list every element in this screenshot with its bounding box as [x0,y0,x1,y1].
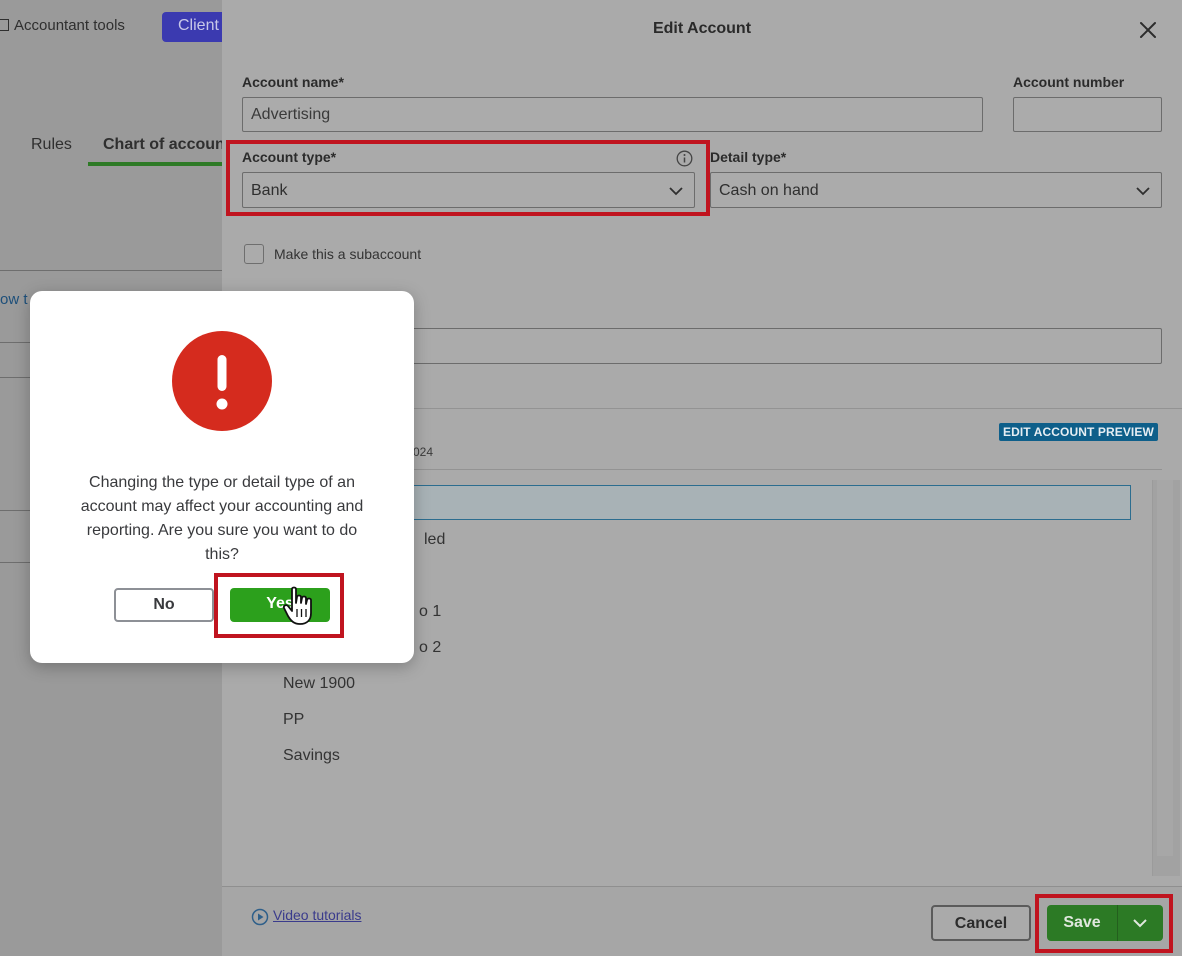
client-button[interactable]: Client [162,12,222,42]
cancel-button[interactable]: Cancel [931,905,1031,941]
save-button-group: Save [1047,905,1163,941]
tools-icon [0,19,9,31]
divider [0,270,222,271]
accountant-tools-label: Accountant tools [14,17,125,34]
info-icon[interactable] [676,150,693,167]
detail-type-label: Detail type* [710,149,787,165]
tab-chart-of-accounts[interactable]: Chart of accounts [103,136,222,154]
save-options-dropdown[interactable] [1118,905,1163,941]
dialog-message: Changing the type or detail type of an a… [80,474,364,563]
list-item[interactable]: PP [283,711,304,729]
chevron-down-icon [669,187,683,196]
list-item-fragment[interactable]: o 2 [419,639,441,657]
edit-account-preview-badge: EDIT ACCOUNT PREVIEW [999,423,1158,441]
tab-rules[interactable]: Rules [31,136,72,154]
detail-type-select[interactable]: Cash on hand [710,172,1162,208]
subaccount-label: Make this a subaccount [274,246,422,262]
alert-exclamation-icon [172,331,272,431]
detail-type-value: Cash on hand [719,182,819,199]
subaccount-checkbox[interactable] [244,244,264,264]
list-item[interactable]: Savings [283,747,340,765]
drawer-title: Edit Account [652,20,752,37]
list-item[interactable]: New 1900 [283,675,355,693]
save-button[interactable]: Save [1047,905,1117,941]
close-icon [1140,22,1156,38]
account-type-label: Account type* [242,149,337,165]
active-tab-indicator [88,162,222,166]
hand-pointer-cursor-icon [282,586,312,625]
play-circle-icon[interactable] [251,908,269,926]
list-scrollbar[interactable] [1152,480,1180,876]
background-link[interactable]: ow t [0,291,28,308]
confirm-dialog: Changing the type or detail type of an a… [30,291,414,663]
list-item-fragment[interactable]: o 1 [419,603,441,621]
account-type-value: Bank [251,182,288,199]
account-name-label: Account name* [242,74,344,90]
close-button[interactable] [1134,16,1162,44]
account-name-input[interactable]: Advertising [242,97,983,132]
no-button[interactable]: No [114,588,214,622]
chevron-down-icon [1133,919,1147,928]
chevron-down-icon [1136,187,1150,196]
list-item-fragment[interactable]: led [424,531,445,549]
drawer-footer: Video tutorials Cancel Save [222,886,1182,956]
date-fragment: 024 [413,445,434,459]
accountant-tools-link[interactable]: Accountant tools [0,17,125,34]
account-type-select[interactable]: Bank [242,172,695,208]
scrollbar-thumb[interactable] [1157,480,1173,856]
account-number-label: Account number [1013,74,1125,90]
video-tutorials-link[interactable]: Video tutorials [273,907,361,923]
account-number-input[interactable] [1013,97,1162,132]
